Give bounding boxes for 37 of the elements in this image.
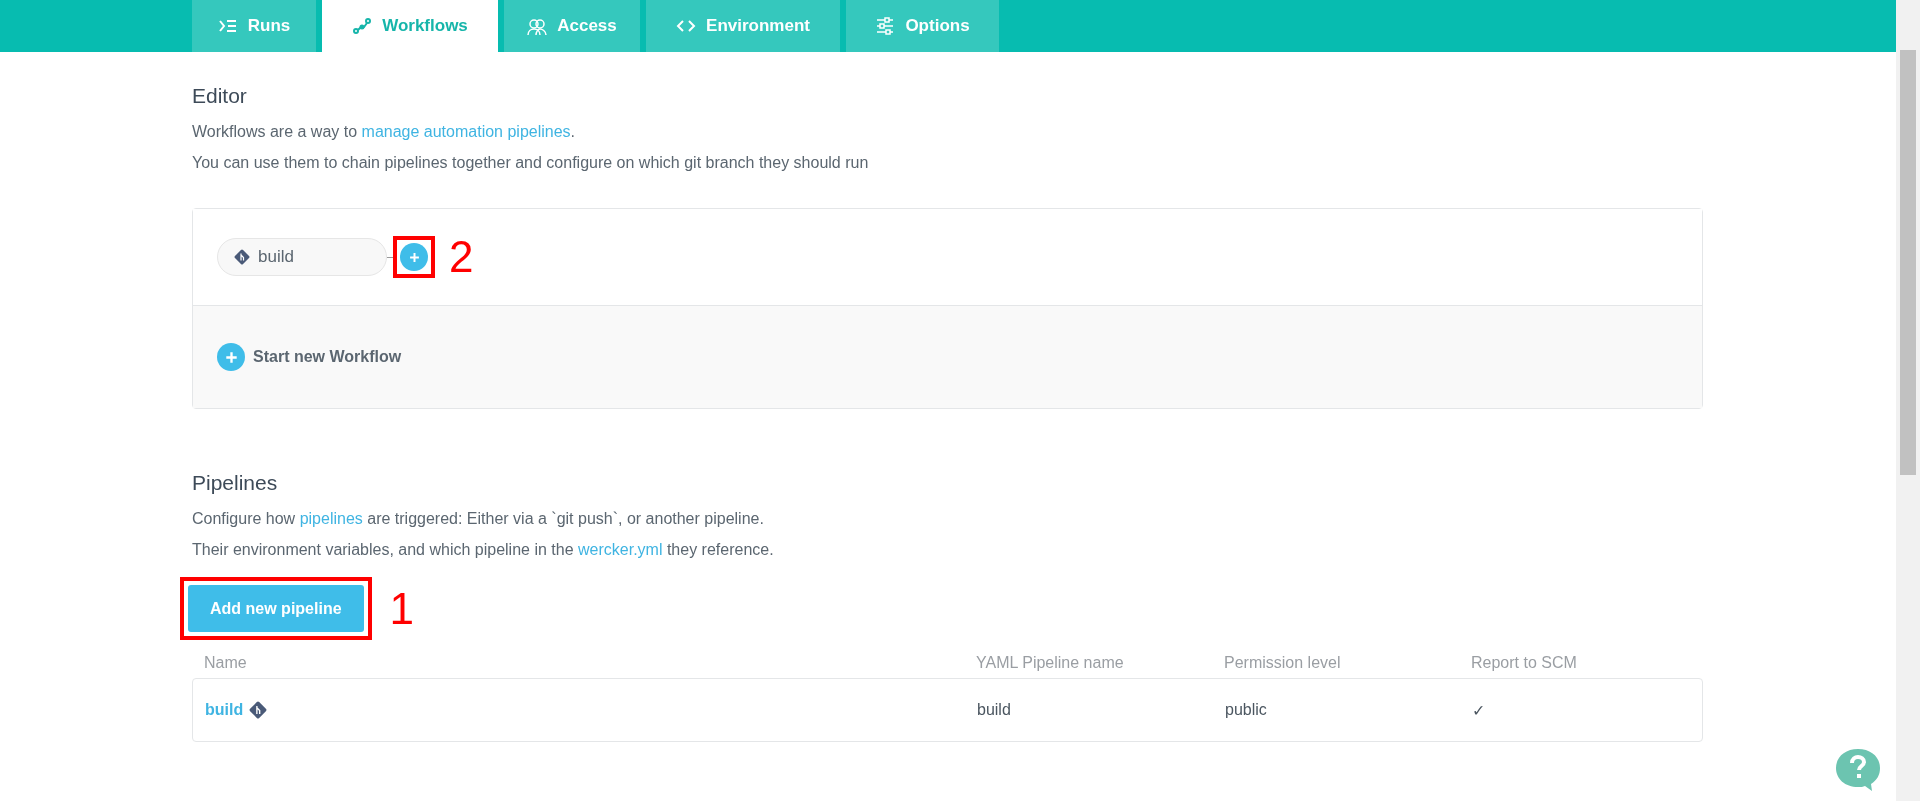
nav-tab[interactable]: Workflows: [322, 0, 498, 52]
column-header: YAML Pipeline name: [976, 654, 1125, 672]
column-header: Report to SCM: [1471, 654, 1578, 672]
sliders-icon: [875, 16, 896, 36]
table-cell-text: build: [977, 701, 1012, 719]
nav-tab[interactable]: Options: [846, 0, 999, 52]
pipeline-node[interactable]: build: [217, 238, 387, 276]
nav-tab[interactable]: Environment: [646, 0, 840, 52]
text-link[interactable]: wercker.yml: [578, 541, 663, 558]
plus-icon: [408, 251, 420, 263]
nav-tab[interactable]: Runs: [192, 0, 316, 52]
column-header: Name: [204, 654, 248, 672]
git-branch-icon: [234, 249, 250, 265]
add-pipeline-button[interactable]: [400, 243, 428, 271]
pipeline-link[interactable]: build: [205, 701, 268, 719]
annotation-number: 2: [449, 235, 474, 279]
help-icon[interactable]: [1834, 747, 1882, 793]
nav-tab[interactable]: Access: [504, 0, 640, 52]
add-pipeline-button[interactable]: Add new pipeline: [188, 585, 364, 632]
description-text: Their environment variables, and which pipeline in the wercker.yml they reference.: [192, 540, 775, 560]
text-link[interactable]: manage automation pipelines: [361, 123, 571, 140]
connector-line: [387, 256, 393, 258]
text-link[interactable]: pipelines: [299, 510, 363, 527]
people-icon: [527, 16, 548, 36]
section-title: Editor: [192, 84, 248, 108]
annotation-number: 1: [389, 586, 415, 631]
table-cell-text: public: [1225, 701, 1268, 719]
description-text: Workflows are a way to manage automation pipelines.: [192, 122, 577, 142]
scrollbar[interactable]: [1896, 0, 1920, 801]
start-workflow-button[interactable]: Start new Workflow: [217, 343, 402, 371]
workflow-icon: [352, 16, 373, 36]
table-cell-text: ✓: [1472, 700, 1486, 720]
section-title: Pipelines: [192, 471, 279, 495]
description-text: Configure how pipelines are triggered: Either via a `git push`, or another pipeline.: [192, 509, 765, 529]
description-text: You can use them to chain pipelines together and configure on which git branch they should run: [192, 153, 870, 173]
column-header: Permission level: [1224, 654, 1342, 672]
plus-icon: [224, 350, 238, 364]
